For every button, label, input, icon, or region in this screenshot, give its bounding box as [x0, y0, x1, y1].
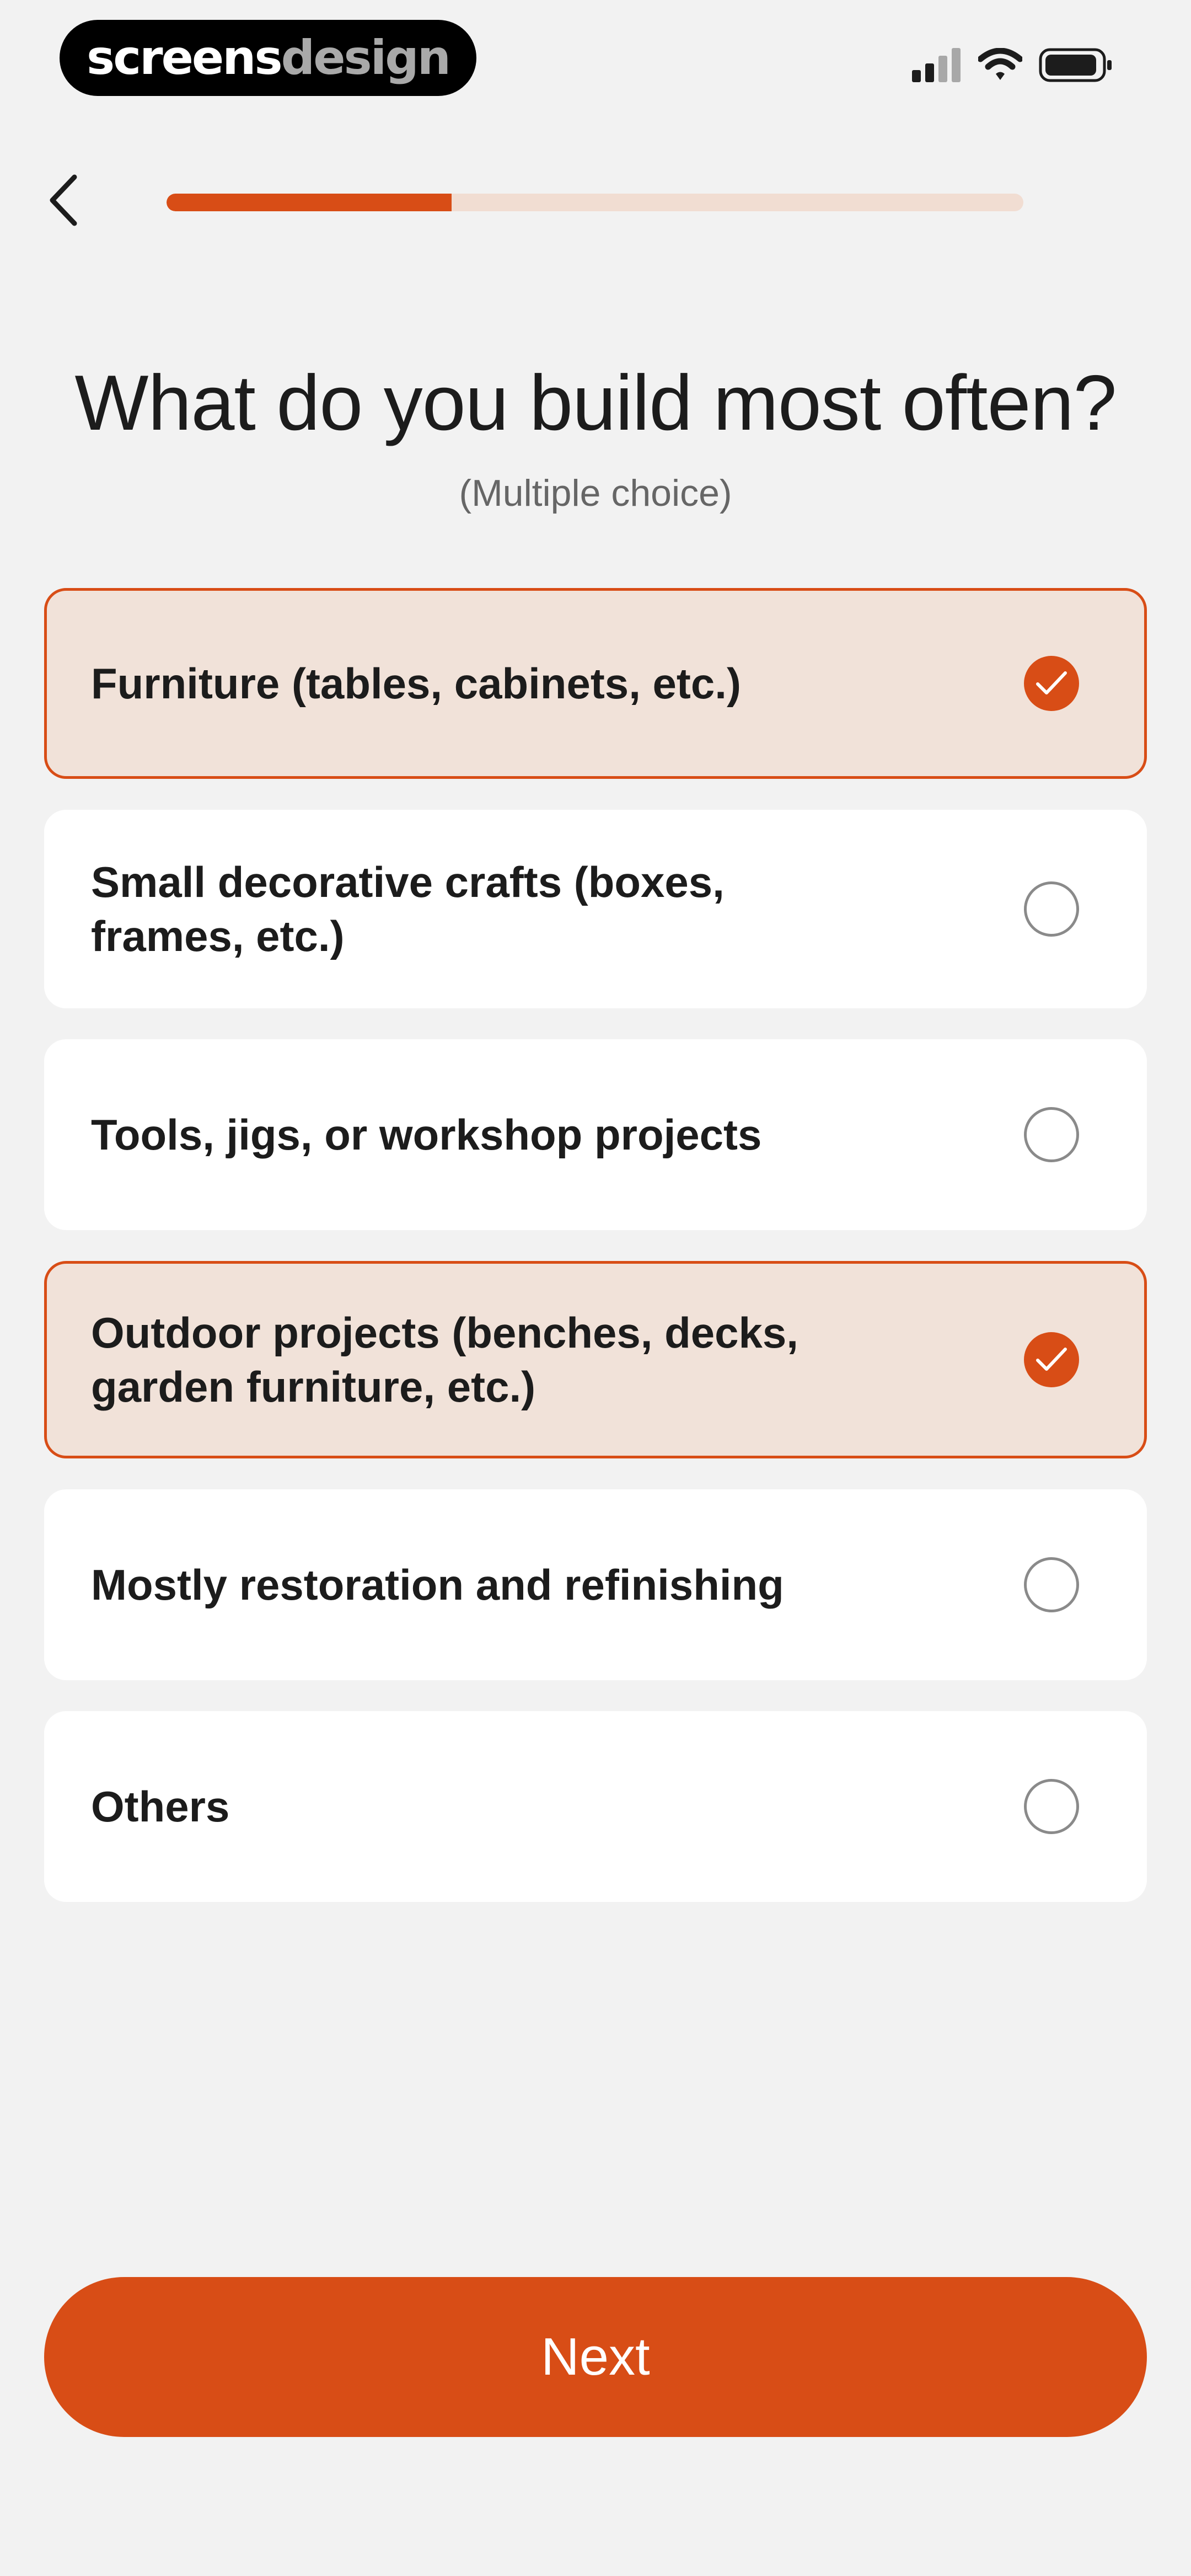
option-label: Others — [91, 1782, 230, 1831]
option-item[interactable]: Mostly restoration and refinishing — [44, 1489, 1147, 1680]
watermark-text-screens: screens — [87, 30, 283, 85]
chevron-left-icon — [48, 174, 79, 229]
option-label: Mostly restoration and refinishing — [91, 1560, 784, 1609]
option-label: Tools, jigs, or workshop projects — [91, 1110, 762, 1159]
progress-bar — [167, 194, 1023, 211]
checkbox-icon[interactable] — [1024, 1332, 1079, 1387]
options-list: Furniture (tables, cabinets, etc.) Small… — [44, 588, 1147, 1933]
checkbox-icon[interactable] — [1024, 1779, 1079, 1834]
battery-icon — [1039, 48, 1114, 85]
progress-bar-fill — [167, 194, 452, 211]
checkbox-icon[interactable] — [1024, 1107, 1079, 1162]
checkbox-icon[interactable] — [1024, 1557, 1079, 1612]
status-bar — [912, 46, 1114, 86]
option-item[interactable]: Small decorative crafts (boxes, frames, … — [44, 810, 1147, 1008]
back-button[interactable] — [39, 171, 88, 232]
question-subtitle: (Multiple choice) — [459, 472, 732, 514]
checkbox-icon[interactable] — [1024, 656, 1079, 711]
option-item[interactable]: Outdoor projects (benches, decks, garden… — [44, 1261, 1147, 1458]
question-title: What do you build most often? — [74, 359, 1117, 447]
option-item[interactable]: Furniture (tables, cabinets, etc.) — [44, 588, 1147, 779]
option-item[interactable]: Others — [44, 1711, 1147, 1902]
option-label: Outdoor projects (benches, decks, garden… — [91, 1308, 798, 1411]
checkbox-icon[interactable] — [1024, 881, 1079, 937]
cellular-signal-icon — [912, 47, 962, 85]
option-label: Furniture (tables, cabinets, etc.) — [91, 659, 741, 708]
option-label: Small decorative crafts (boxes, frames, … — [91, 858, 725, 960]
screensdesign-watermark: screens design — [60, 20, 476, 96]
checkmark-icon — [1036, 671, 1067, 694]
next-button[interactable]: Next — [44, 2277, 1147, 2437]
wifi-icon — [977, 47, 1023, 85]
watermark-text-design: design — [281, 30, 451, 85]
option-item[interactable]: Tools, jigs, or workshop projects — [44, 1039, 1147, 1230]
checkmark-icon — [1036, 1348, 1067, 1371]
